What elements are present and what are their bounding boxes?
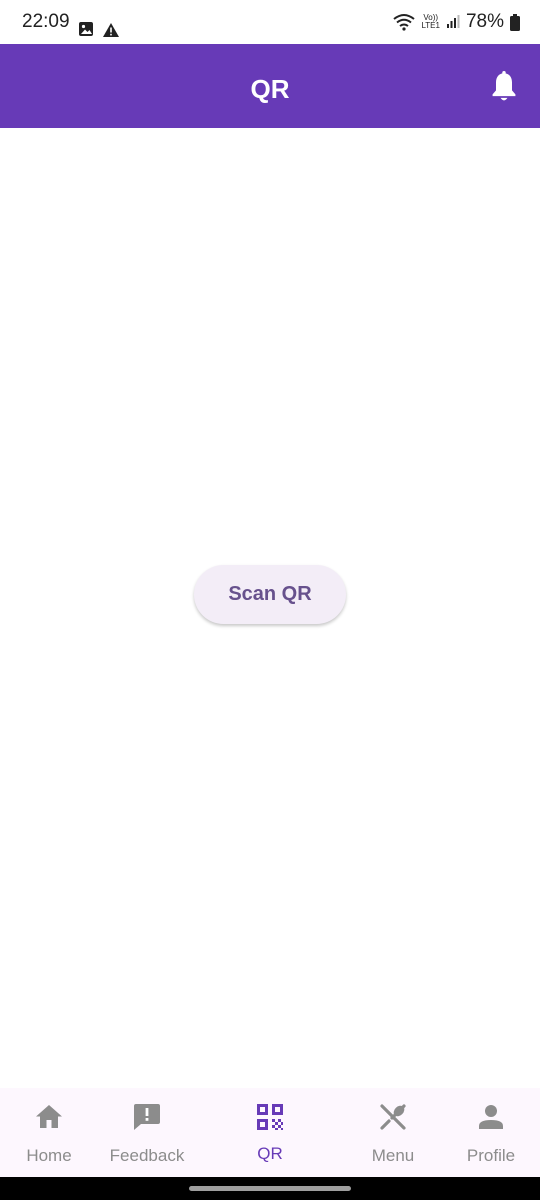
system-gesture-bar bbox=[0, 1177, 540, 1200]
nav-item-feedback[interactable]: Feedback bbox=[98, 1088, 196, 1177]
nav-item-profile[interactable]: Profile bbox=[442, 1088, 540, 1177]
status-bar: 22:09 Vo)) LTE1 78% bbox=[0, 0, 540, 44]
bottom-navigation: Home Feedback QR Menu Profile bbox=[0, 1088, 540, 1177]
home-gesture-handle[interactable] bbox=[189, 1186, 351, 1191]
page-title: QR bbox=[250, 74, 290, 104]
warning-icon bbox=[103, 23, 119, 37]
nav-item-home[interactable]: Home bbox=[0, 1088, 98, 1177]
scan-qr-button[interactable]: Scan QR bbox=[194, 565, 346, 624]
person-icon bbox=[479, 1105, 503, 1129]
home-icon bbox=[36, 1105, 62, 1128]
network-type-label: Vo)) LTE1 bbox=[421, 13, 440, 30]
status-time: 22:09 bbox=[22, 11, 70, 32]
nav-label-qr: QR bbox=[257, 1144, 283, 1163]
wifi-icon bbox=[393, 14, 416, 31]
battery-percent: 78% bbox=[465, 11, 504, 32]
nav-label-profile: Profile bbox=[466, 1146, 516, 1165]
app-bar: QR bbox=[0, 44, 540, 128]
status-left-icons bbox=[78, 22, 120, 38]
nav-item-qr[interactable]: QR bbox=[221, 1088, 319, 1177]
nav-item-menu[interactable]: Menu bbox=[344, 1088, 442, 1177]
nav-label-home: Home bbox=[26, 1146, 72, 1165]
restaurant-icon bbox=[380, 1104, 406, 1130]
feedback-icon bbox=[134, 1104, 160, 1130]
bell-icon[interactable] bbox=[490, 71, 518, 103]
image-icon bbox=[79, 22, 93, 36]
nav-label-menu: Menu bbox=[371, 1146, 415, 1165]
nav-label-feedback: Feedback bbox=[109, 1146, 185, 1165]
signal-icon bbox=[446, 15, 460, 28]
battery-icon bbox=[510, 13, 520, 31]
qr-code-icon bbox=[257, 1104, 283, 1130]
status-right-icons: Vo)) LTE1 78% bbox=[393, 11, 520, 33]
